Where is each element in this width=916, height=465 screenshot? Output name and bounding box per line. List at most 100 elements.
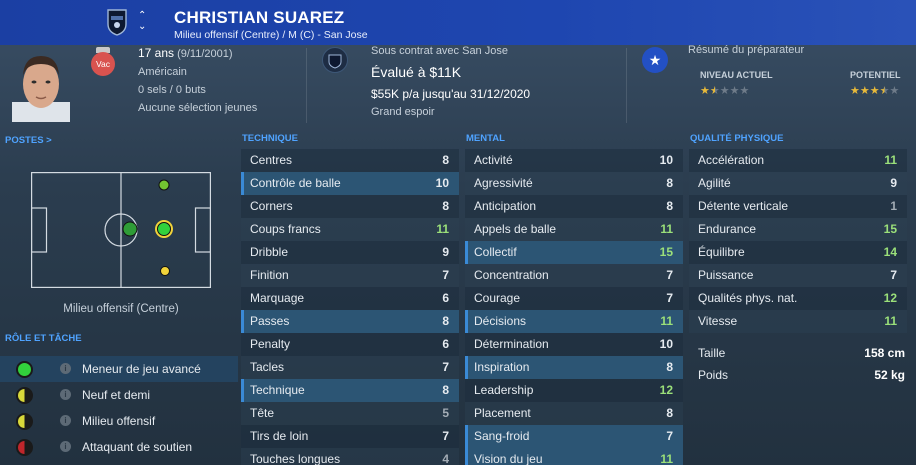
attribute-name: Détente verticale	[698, 199, 789, 213]
star-icon[interactable]: ★	[642, 47, 668, 73]
player-face-avatar	[12, 56, 70, 122]
attribute-row[interactable]: Tacles 7	[241, 356, 459, 379]
attribute-row[interactable]: Détente verticale 1	[689, 195, 907, 218]
role-suitability-icon	[16, 439, 33, 456]
attribute-name: Leadership	[474, 383, 534, 397]
attribute-value: 10	[435, 176, 449, 190]
attribute-name: Sang-froid	[474, 429, 530, 443]
attribute-name: Décisions	[474, 314, 527, 328]
info-icon[interactable]: i	[60, 415, 71, 426]
attribute-row[interactable]: Leadership 12	[465, 379, 683, 402]
attribute-row[interactable]: Agilité 9	[689, 172, 907, 195]
attribute-name: Finition	[250, 268, 289, 282]
attribute-name: Endurance	[698, 222, 757, 236]
attribute-value: 11	[660, 452, 673, 465]
attribute-name: Centres	[250, 153, 293, 167]
attribute-row[interactable]: Passes 8	[241, 310, 459, 333]
attribute-value: 8	[666, 360, 673, 374]
attribute-row[interactable]: Coups francs 11	[241, 218, 459, 241]
role-suitability-icon	[16, 413, 33, 430]
attribute-name: Tirs de loin	[250, 429, 309, 443]
positions-title[interactable]: POSTES >	[5, 135, 52, 146]
status-badge[interactable]: Vac	[91, 52, 115, 76]
attribute-value: 7	[666, 268, 673, 282]
role-item[interactable]: i Attaquant de soutien	[0, 434, 238, 460]
info-icon[interactable]: i	[60, 363, 71, 374]
attribute-row[interactable]: Contrôle de balle 10	[241, 172, 459, 195]
attribute-row[interactable]: Décisions 11	[465, 310, 683, 333]
attribute-row[interactable]: Technique 8	[241, 379, 459, 402]
attribute-row[interactable]: Concentration 7	[465, 264, 683, 287]
attribute-row[interactable]: Tirs de loin 7	[241, 425, 459, 448]
attribute-row[interactable]: Inspiration 8	[465, 356, 683, 379]
player-position: Milieu offensif (Centre) / M (C) - San J…	[174, 29, 368, 41]
attribute-row[interactable]: Vision du jeu 11	[465, 448, 683, 465]
attribute-row[interactable]: Penalty 6	[241, 333, 459, 356]
attribute-row[interactable]: Agressivité 8	[465, 172, 683, 195]
attribute-value: 8	[442, 199, 449, 213]
weight-value: 52 kg	[874, 368, 905, 382]
attribute-name: Touches longues	[250, 452, 341, 465]
attribute-name: Corners	[250, 199, 293, 213]
attribute-row[interactable]: Marquage 6	[241, 287, 459, 310]
position-pitch	[31, 172, 211, 288]
attribute-value: 5	[442, 406, 449, 420]
technique-attributes: Centres 8 Contrôle de balle 10 Corners 8 Coups…	[241, 149, 459, 465]
attribute-row[interactable]: Corners 8	[241, 195, 459, 218]
attribute-row[interactable]: Activité 10	[465, 149, 683, 172]
previous-player-chevron-icon[interactable]: ⌃	[138, 11, 146, 21]
info-icon[interactable]: i	[60, 441, 71, 452]
attribute-name: Tacles	[250, 360, 285, 374]
attribute-row[interactable]: Touches longues 4	[241, 448, 459, 465]
role-item[interactable]: i Neuf et demi	[0, 382, 238, 408]
physical-attributes: Accélération 11 Agilité 9 Détente verticale 1…	[689, 149, 907, 333]
attribute-name: Vision du jeu	[474, 452, 543, 465]
attribute-value: 8	[666, 199, 673, 213]
attribute-row[interactable]: Anticipation 8	[465, 195, 683, 218]
attribute-name: Technique	[250, 383, 305, 397]
attribute-row[interactable]: Dribble 9	[241, 241, 459, 264]
attribute-value: 11	[660, 314, 673, 328]
attribute-value: 7	[890, 268, 897, 282]
attribute-row[interactable]: Équilibre 14	[689, 241, 907, 264]
attribute-row[interactable]: Qualités phys. nat. 12	[689, 287, 907, 310]
next-player-chevron-icon[interactable]: ⌄	[138, 22, 146, 32]
attribute-row[interactable]: Courage 7	[465, 287, 683, 310]
info-icon[interactable]: i	[60, 389, 71, 400]
attribute-value: 8	[442, 153, 449, 167]
attribute-row[interactable]: Vitesse 11	[689, 310, 907, 333]
attribute-value: 9	[890, 176, 897, 190]
attribute-row[interactable]: Sang-froid 7	[465, 425, 683, 448]
technique-title: TECHNIQUE	[242, 133, 298, 144]
scout-title: Résumé du préparateur	[688, 44, 805, 56]
attribute-row[interactable]: Centres 8	[241, 149, 459, 172]
role-suitability-icon	[16, 387, 33, 404]
attribute-row[interactable]: Appels de balle 11	[465, 218, 683, 241]
attribute-row[interactable]: Puissance 7	[689, 264, 907, 287]
player-name: CHRISTIAN SUAREZ	[174, 8, 345, 27]
attribute-row[interactable]: Collectif 15	[465, 241, 683, 264]
attribute-row[interactable]: Détermination 10	[465, 333, 683, 356]
attribute-value: 15	[883, 222, 897, 236]
attribute-value: 7	[442, 360, 449, 374]
attribute-name: Tête	[250, 406, 275, 420]
attribute-row[interactable]: Endurance 15	[689, 218, 907, 241]
mental-attributes: Activité 10 Agressivité 8 Anticipation 8 Appel…	[465, 149, 683, 465]
role-label: Neuf et demi	[82, 388, 151, 402]
attribute-name: Détermination	[474, 337, 549, 351]
role-item[interactable]: i Meneur de jeu avancé	[0, 356, 238, 382]
attribute-value: 7	[442, 268, 449, 282]
club-badge-icon[interactable]	[106, 8, 128, 36]
attribute-row[interactable]: Tête 5	[241, 402, 459, 425]
attribute-row[interactable]: Placement 8	[465, 402, 683, 425]
attribute-value: 8	[442, 314, 449, 328]
attribute-value: 14	[883, 245, 897, 259]
attribute-row[interactable]: Finition 7	[241, 264, 459, 287]
club-crest-icon	[322, 47, 348, 73]
role-item[interactable]: i Milieu offensif	[0, 408, 238, 434]
attribute-name: Dribble	[250, 245, 289, 259]
attribute-value: 9	[442, 245, 449, 259]
divider	[626, 48, 627, 123]
attribute-value: 11	[660, 222, 673, 236]
attribute-row[interactable]: Accélération 11	[689, 149, 907, 172]
